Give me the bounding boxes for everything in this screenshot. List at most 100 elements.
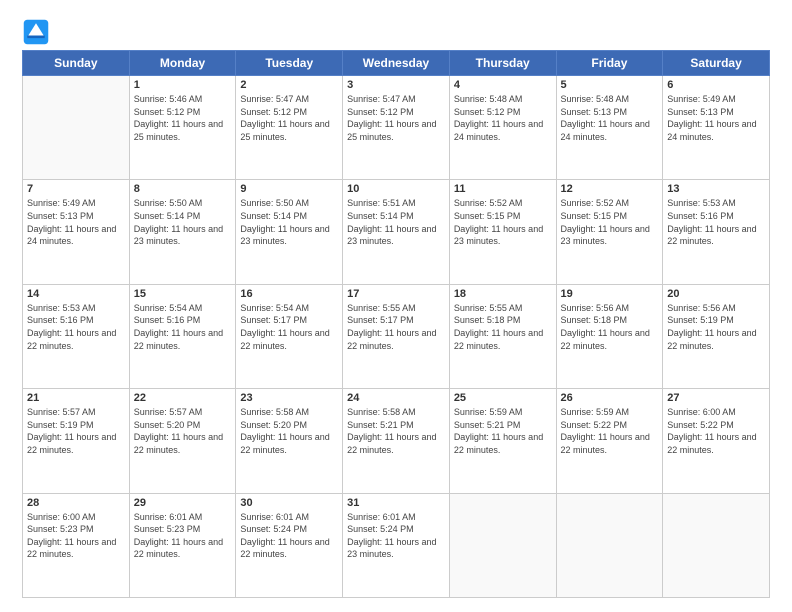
day-number: 30 [240,497,338,509]
calendar-cell: 7 Sunrise: 5:49 AMSunset: 5:13 PMDayligh… [23,180,130,284]
day-number: 16 [240,288,338,300]
day-info: Sunrise: 5:55 AMSunset: 5:18 PMDaylight:… [454,302,552,352]
calendar-cell: 2 Sunrise: 5:47 AMSunset: 5:12 PMDayligh… [236,76,343,180]
day-info: Sunrise: 5:50 AMSunset: 5:14 PMDaylight:… [134,197,232,247]
day-info: Sunrise: 5:52 AMSunset: 5:15 PMDaylight:… [454,197,552,247]
day-info: Sunrise: 5:55 AMSunset: 5:17 PMDaylight:… [347,302,445,352]
calendar-cell: 8 Sunrise: 5:50 AMSunset: 5:14 PMDayligh… [129,180,236,284]
day-info: Sunrise: 5:53 AMSunset: 5:16 PMDaylight:… [27,302,125,352]
calendar-week-row: 7 Sunrise: 5:49 AMSunset: 5:13 PMDayligh… [23,180,770,284]
weekday-header-cell: Sunday [23,51,130,76]
day-info: Sunrise: 6:00 AMSunset: 5:23 PMDaylight:… [27,511,125,561]
weekday-header-cell: Thursday [449,51,556,76]
day-number: 10 [347,183,445,195]
day-info: Sunrise: 5:50 AMSunset: 5:14 PMDaylight:… [240,197,338,247]
day-number: 3 [347,79,445,91]
day-number: 1 [134,79,232,91]
calendar-cell: 16 Sunrise: 5:54 AMSunset: 5:17 PMDaylig… [236,284,343,388]
header [22,18,770,46]
day-info: Sunrise: 5:57 AMSunset: 5:19 PMDaylight:… [27,406,125,456]
calendar-cell [449,493,556,597]
day-number: 18 [454,288,552,300]
day-number: 14 [27,288,125,300]
day-number: 4 [454,79,552,91]
day-info: Sunrise: 5:47 AMSunset: 5:12 PMDaylight:… [347,93,445,143]
day-info: Sunrise: 5:56 AMSunset: 5:19 PMDaylight:… [667,302,765,352]
calendar-cell: 20 Sunrise: 5:56 AMSunset: 5:19 PMDaylig… [663,284,770,388]
day-info: Sunrise: 5:56 AMSunset: 5:18 PMDaylight:… [561,302,659,352]
day-number: 2 [240,79,338,91]
day-number: 5 [561,79,659,91]
calendar-cell: 30 Sunrise: 6:01 AMSunset: 5:24 PMDaylig… [236,493,343,597]
day-info: Sunrise: 5:53 AMSunset: 5:16 PMDaylight:… [667,197,765,247]
calendar-cell: 14 Sunrise: 5:53 AMSunset: 5:16 PMDaylig… [23,284,130,388]
calendar-cell: 4 Sunrise: 5:48 AMSunset: 5:12 PMDayligh… [449,76,556,180]
day-info: Sunrise: 5:58 AMSunset: 5:21 PMDaylight:… [347,406,445,456]
calendar-cell: 29 Sunrise: 6:01 AMSunset: 5:23 PMDaylig… [129,493,236,597]
calendar-cell: 19 Sunrise: 5:56 AMSunset: 5:18 PMDaylig… [556,284,663,388]
calendar-cell: 1 Sunrise: 5:46 AMSunset: 5:12 PMDayligh… [129,76,236,180]
day-info: Sunrise: 5:46 AMSunset: 5:12 PMDaylight:… [134,93,232,143]
day-number: 17 [347,288,445,300]
day-info: Sunrise: 5:47 AMSunset: 5:12 PMDaylight:… [240,93,338,143]
calendar-cell: 25 Sunrise: 5:59 AMSunset: 5:21 PMDaylig… [449,389,556,493]
calendar-week-row: 1 Sunrise: 5:46 AMSunset: 5:12 PMDayligh… [23,76,770,180]
calendar-week-row: 14 Sunrise: 5:53 AMSunset: 5:16 PMDaylig… [23,284,770,388]
weekday-header-cell: Wednesday [343,51,450,76]
calendar-week-row: 21 Sunrise: 5:57 AMSunset: 5:19 PMDaylig… [23,389,770,493]
calendar-cell: 9 Sunrise: 5:50 AMSunset: 5:14 PMDayligh… [236,180,343,284]
weekday-header-cell: Saturday [663,51,770,76]
calendar-cell: 24 Sunrise: 5:58 AMSunset: 5:21 PMDaylig… [343,389,450,493]
logo-icon [22,18,50,46]
day-info: Sunrise: 5:59 AMSunset: 5:21 PMDaylight:… [454,406,552,456]
calendar-cell: 11 Sunrise: 5:52 AMSunset: 5:15 PMDaylig… [449,180,556,284]
day-number: 7 [27,183,125,195]
calendar-cell: 17 Sunrise: 5:55 AMSunset: 5:17 PMDaylig… [343,284,450,388]
day-number: 12 [561,183,659,195]
calendar-cell [556,493,663,597]
day-number: 23 [240,392,338,404]
day-info: Sunrise: 6:01 AMSunset: 5:24 PMDaylight:… [240,511,338,561]
day-number: 20 [667,288,765,300]
day-info: Sunrise: 5:49 AMSunset: 5:13 PMDaylight:… [667,93,765,143]
day-info: Sunrise: 5:52 AMSunset: 5:15 PMDaylight:… [561,197,659,247]
calendar-cell: 27 Sunrise: 6:00 AMSunset: 5:22 PMDaylig… [663,389,770,493]
weekday-header-cell: Friday [556,51,663,76]
calendar-page: SundayMondayTuesdayWednesdayThursdayFrid… [0,0,792,612]
calendar-cell: 12 Sunrise: 5:52 AMSunset: 5:15 PMDaylig… [556,180,663,284]
weekday-header-row: SundayMondayTuesdayWednesdayThursdayFrid… [23,51,770,76]
day-number: 9 [240,183,338,195]
calendar-table: SundayMondayTuesdayWednesdayThursdayFrid… [22,50,770,598]
day-info: Sunrise: 5:54 AMSunset: 5:17 PMDaylight:… [240,302,338,352]
day-info: Sunrise: 6:01 AMSunset: 5:23 PMDaylight:… [134,511,232,561]
calendar-cell: 23 Sunrise: 5:58 AMSunset: 5:20 PMDaylig… [236,389,343,493]
logo [22,18,54,46]
calendar-cell: 15 Sunrise: 5:54 AMSunset: 5:16 PMDaylig… [129,284,236,388]
calendar-cell: 22 Sunrise: 5:57 AMSunset: 5:20 PMDaylig… [129,389,236,493]
day-number: 31 [347,497,445,509]
day-info: Sunrise: 5:49 AMSunset: 5:13 PMDaylight:… [27,197,125,247]
calendar-cell: 3 Sunrise: 5:47 AMSunset: 5:12 PMDayligh… [343,76,450,180]
day-number: 13 [667,183,765,195]
calendar-cell: 31 Sunrise: 6:01 AMSunset: 5:24 PMDaylig… [343,493,450,597]
day-info: Sunrise: 5:58 AMSunset: 5:20 PMDaylight:… [240,406,338,456]
day-number: 24 [347,392,445,404]
day-number: 8 [134,183,232,195]
calendar-cell: 21 Sunrise: 5:57 AMSunset: 5:19 PMDaylig… [23,389,130,493]
calendar-cell: 5 Sunrise: 5:48 AMSunset: 5:13 PMDayligh… [556,76,663,180]
day-number: 27 [667,392,765,404]
calendar-cell: 28 Sunrise: 6:00 AMSunset: 5:23 PMDaylig… [23,493,130,597]
day-info: Sunrise: 5:54 AMSunset: 5:16 PMDaylight:… [134,302,232,352]
day-info: Sunrise: 5:48 AMSunset: 5:12 PMDaylight:… [454,93,552,143]
calendar-week-row: 28 Sunrise: 6:00 AMSunset: 5:23 PMDaylig… [23,493,770,597]
day-number: 15 [134,288,232,300]
calendar-cell: 18 Sunrise: 5:55 AMSunset: 5:18 PMDaylig… [449,284,556,388]
day-number: 29 [134,497,232,509]
day-info: Sunrise: 6:01 AMSunset: 5:24 PMDaylight:… [347,511,445,561]
day-number: 25 [454,392,552,404]
day-info: Sunrise: 5:59 AMSunset: 5:22 PMDaylight:… [561,406,659,456]
weekday-header-cell: Tuesday [236,51,343,76]
day-info: Sunrise: 5:51 AMSunset: 5:14 PMDaylight:… [347,197,445,247]
day-number: 11 [454,183,552,195]
day-number: 19 [561,288,659,300]
